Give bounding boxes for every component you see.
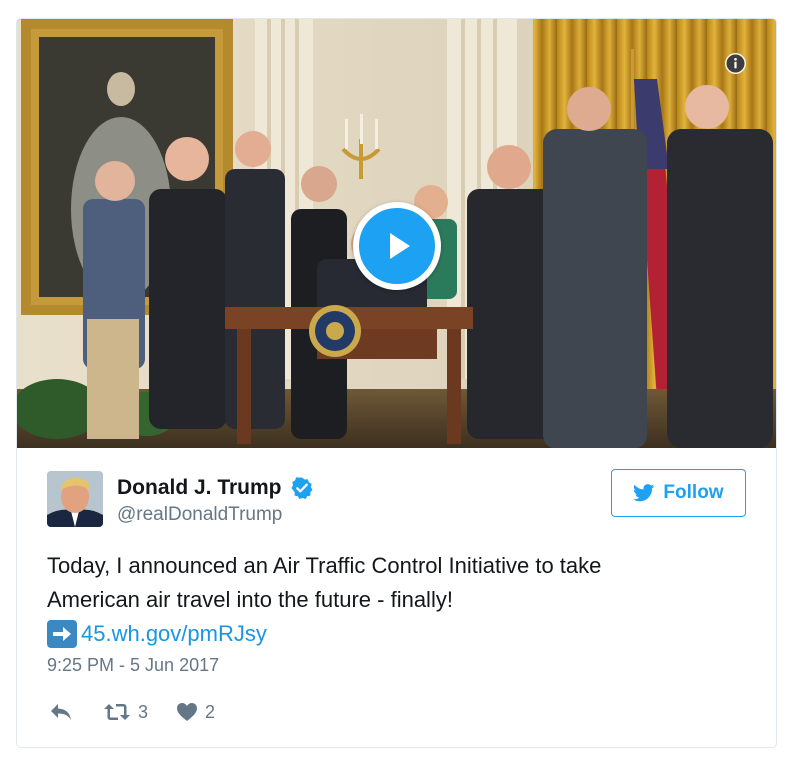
reply-button[interactable] [49,702,73,722]
info-icon [726,54,745,73]
avatar-image [47,471,103,527]
tweet-timestamp[interactable]: 9:25 PM - 5 Jun 2017 [47,655,219,676]
like-button[interactable]: 2 [176,702,215,723]
author-handle[interactable]: @realDonaldTrump [117,504,282,526]
play-icon [390,233,410,259]
reply-icon [51,704,71,720]
like-count: 2 [205,701,216,722]
tweet-text-line-2: American air travel into the future - fi… [47,587,453,612]
embedded-tweet-card: Donald J. Trump @realDonaldTrump Follow … [16,18,777,748]
tweet-link-row: 45.wh.gov/pmRJsy [47,617,747,651]
follow-button-label: Follow [663,482,724,503]
tweet-url-link[interactable]: 45.wh.gov/pmRJsy [81,617,267,651]
heart-icon [177,703,198,721]
author-name-text[interactable]: Donald J. Trump [117,476,282,500]
verified-badge-icon [290,477,313,500]
retweet-button[interactable]: 3 [103,702,148,723]
twitter-bird-icon [633,484,655,502]
right-arrow-emoji-icon [47,620,77,648]
tweet-body: Today, I announced an Air Traffic Contro… [47,549,747,651]
follow-button[interactable]: Follow [611,469,746,517]
tweet-video-thumbnail[interactable] [17,19,776,448]
tweet-text-line-1: Today, I announced an Air Traffic Contro… [47,553,602,578]
image-info-button[interactable] [725,53,746,74]
tweet-actions-bar: 3 2 [47,697,215,727]
retweet-icon [104,704,130,720]
retweet-count: 3 [138,701,149,722]
play-video-button[interactable] [353,202,441,290]
author-avatar[interactable] [47,471,103,527]
author-name[interactable]: Donald J. Trump [117,476,314,500]
